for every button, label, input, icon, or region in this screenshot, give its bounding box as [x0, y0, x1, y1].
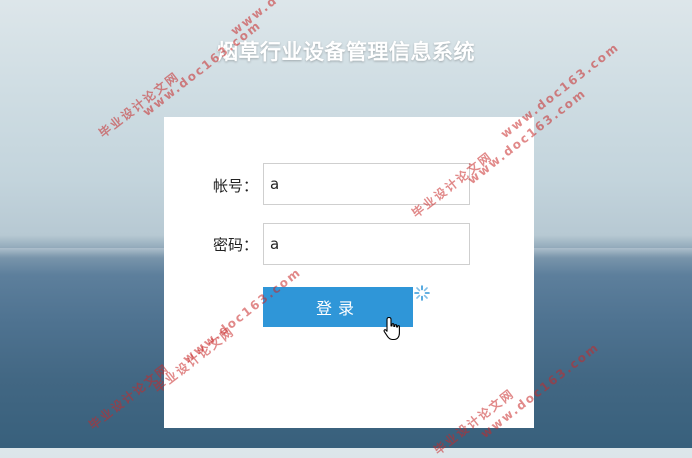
password-label: 密码：: [212, 236, 258, 254]
account-label: 帐号：: [212, 177, 258, 195]
hand-pointer-cursor-icon: [383, 316, 400, 341]
watermark-text: 毕业设计论文网: [86, 361, 173, 433]
loading-spinner-icon: [414, 285, 430, 301]
password-input[interactable]: [263, 223, 470, 265]
